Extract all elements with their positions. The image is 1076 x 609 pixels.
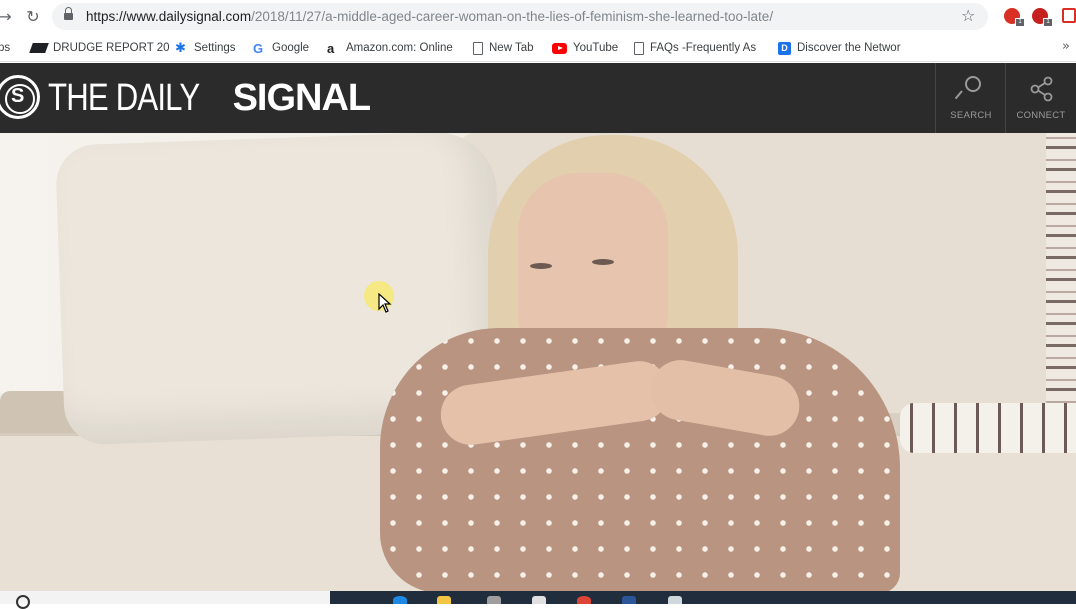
- store-icon[interactable]: [532, 596, 546, 604]
- bookmark-label: Settings: [194, 42, 236, 54]
- url-host: https://www.dailysignal.com: [86, 9, 252, 24]
- amazon-icon: a: [327, 40, 335, 56]
- bookmark-settings[interactable]: ✱ Settings: [175, 39, 236, 57]
- logo-text-bold: SIGNAL: [232, 77, 372, 119]
- site-logo[interactable]: THE DAILY SIGNAL: [48, 77, 372, 119]
- photo-eye: [592, 259, 614, 265]
- word-icon[interactable]: [622, 596, 636, 604]
- taskbar-app-icon[interactable]: [487, 596, 501, 604]
- site-header: S THE DAILY SIGNAL SEARCH CONNECT: [0, 63, 1076, 133]
- photo-plaid-throw: [1046, 133, 1076, 423]
- taskbar-app-icon[interactable]: [668, 596, 682, 604]
- reload-icon[interactable]: ↻: [22, 6, 44, 28]
- extension-badge-1: 1: [1015, 18, 1025, 27]
- bookmark-discover[interactable]: D Discover the Networ: [778, 39, 901, 57]
- browser-toolbar: → ↻ https://www.dailysignal.com/2018/11/…: [0, 0, 1076, 33]
- bookmarks-overflow-button[interactable]: »: [1062, 39, 1070, 54]
- windows-taskbar: [0, 591, 1076, 609]
- bookmark-apps[interactable]: ps: [0, 39, 10, 57]
- url-text[interactable]: https://www.dailysignal.com/2018/11/27/a…: [86, 9, 773, 24]
- bookmark-new-tab[interactable]: New Tab: [473, 39, 534, 57]
- lock-icon: [64, 7, 73, 21]
- search-icon: [16, 595, 30, 609]
- bookmark-label: YouTube: [573, 42, 619, 54]
- page-icon: [634, 41, 644, 55]
- forward-arrow-icon[interactable]: →: [0, 6, 16, 28]
- taskbar-search-box[interactable]: [0, 591, 330, 609]
- bookmark-label: ps: [0, 42, 11, 54]
- share-icon: [1030, 76, 1054, 102]
- edge-icon[interactable]: [393, 596, 407, 604]
- page-icon: [473, 41, 483, 55]
- photo-eye: [530, 263, 552, 269]
- search-icon: [954, 76, 981, 102]
- bookmark-star-icon[interactable]: ☆: [961, 6, 975, 25]
- youtube-icon: [552, 42, 567, 54]
- bookmark-amazon[interactable]: a Amazon.com: Online: [327, 39, 453, 57]
- bookmark-label: New Tab: [489, 42, 534, 54]
- logo-mark-icon[interactable]: S: [0, 75, 40, 119]
- bookmark-google[interactable]: G Google: [253, 39, 309, 57]
- connect-button[interactable]: CONNECT: [1005, 63, 1075, 133]
- bookmark-label: DRUDGE REPORT 20: [53, 42, 170, 54]
- bookmark-drudge[interactable]: DRUDGE REPORT 20: [29, 39, 170, 57]
- hero-image: [0, 133, 1076, 591]
- search-label: SEARCH: [950, 110, 992, 121]
- extension-icon-3[interactable]: [1062, 8, 1076, 23]
- extension-icon-2[interactable]: 1: [1032, 8, 1053, 27]
- gear-icon: ✱: [175, 40, 186, 56]
- chrome-icon[interactable]: [577, 596, 591, 604]
- bookmark-label: Discover the Networ: [797, 42, 901, 54]
- search-button[interactable]: SEARCH: [935, 63, 1005, 133]
- bookmarks-bar: ps DRUDGE REPORT 20 ✱ Settings G Google aA…: [0, 33, 1076, 62]
- bookmark-label: Google: [272, 42, 310, 54]
- bookmark-faqs[interactable]: FAQs -Frequently As: [634, 39, 756, 57]
- address-bar[interactable]: https://www.dailysignal.com/2018/11/27/a…: [52, 3, 988, 30]
- url-path: /2018/11/27/a-middle-aged-career-woman-o…: [251, 9, 774, 24]
- logo-text-thin: THE DAILY: [48, 77, 200, 119]
- photo-blanket: [900, 403, 1076, 453]
- google-icon: G: [253, 40, 264, 56]
- connect-label: CONNECT: [1016, 110, 1066, 121]
- extension-icon-1[interactable]: 1: [1004, 8, 1025, 27]
- discover-icon: D: [778, 41, 791, 55]
- bookmark-label: Amazon.com: Online: [346, 42, 453, 54]
- extension-badge-2: 1: [1043, 18, 1053, 27]
- bookmark-label: FAQs -Frequently As: [650, 42, 757, 54]
- logo-mark-letter: S: [11, 85, 25, 107]
- folder-icon[interactable]: [437, 596, 451, 604]
- bookmark-youtube[interactable]: YouTube: [552, 39, 618, 57]
- mouse-pointer-icon: [378, 292, 392, 313]
- drudge-icon: [29, 43, 49, 53]
